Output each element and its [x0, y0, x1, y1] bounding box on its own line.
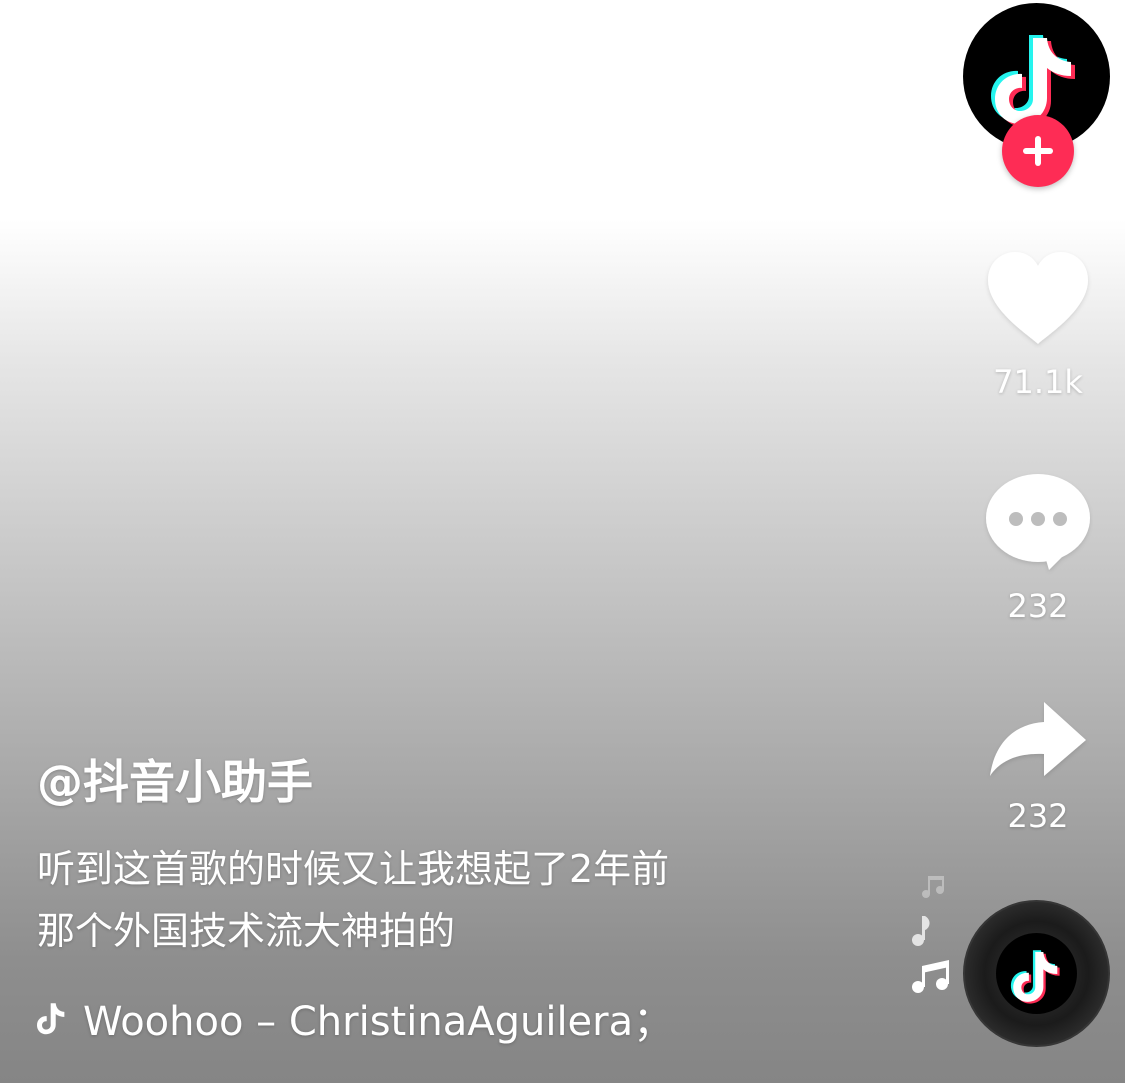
tiktok-note-icon — [37, 1003, 65, 1035]
like-button[interactable]: 71.1k — [968, 248, 1108, 402]
comment-button[interactable]: 232 — [968, 472, 1108, 626]
music-title: Woohoo – ChristinaAguilera； — [83, 999, 674, 1045]
author-handle[interactable]: @抖音小助手 — [37, 752, 313, 812]
heart-icon — [988, 252, 1088, 344]
tiktok-logo-icon — [1010, 950, 1060, 1004]
comment-icon — [986, 474, 1090, 570]
music-notes-icon — [912, 876, 949, 993]
music-info[interactable]: Woohoo – ChristinaAguilera； — [37, 990, 673, 1046]
caption-line-1: 听到这首歌的时候又让我想起了2年前 — [37, 847, 670, 891]
caption-line-2: 那个外国技术流大神拍的 — [37, 909, 456, 953]
share-count: 232 — [1007, 797, 1069, 835]
like-count: 71.1k — [993, 363, 1083, 401]
follow-button[interactable] — [1002, 115, 1074, 187]
video-caption: 听到这首歌的时候又让我想起了2年前 那个外国技术流大神拍的 — [37, 838, 797, 962]
share-arrow-icon — [990, 702, 1086, 776]
plus-icon — [1023, 136, 1053, 166]
comment-count: 232 — [1007, 587, 1069, 625]
disc-center — [996, 933, 1077, 1014]
music-disc[interactable] — [963, 900, 1110, 1047]
share-button[interactable]: 232 — [968, 700, 1108, 836]
